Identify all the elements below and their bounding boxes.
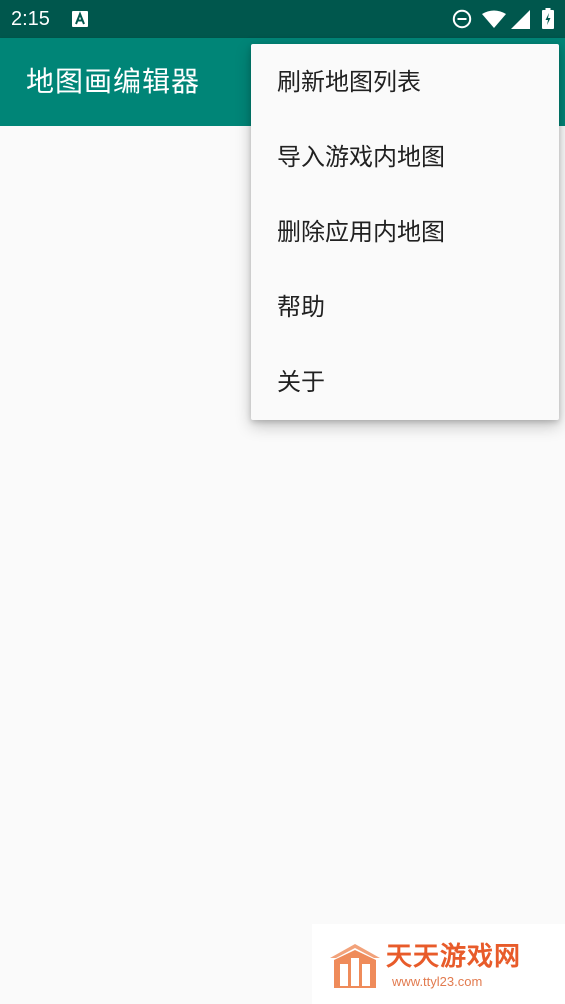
menu-item-help[interactable]: 帮助 xyxy=(251,269,559,344)
menu-item-delete-app-map[interactable]: 删除应用内地图 xyxy=(251,194,559,269)
menu-item-label: 删除应用内地图 xyxy=(277,218,445,246)
watermark-name: 天天游戏网 xyxy=(386,942,522,972)
watermark-logo-icon xyxy=(328,942,382,990)
watermark: 天天游戏网 www.ttyl23.com xyxy=(312,924,565,1004)
menu-item-label: 帮助 xyxy=(277,293,325,321)
wifi-icon xyxy=(482,10,506,33)
app-title: 地图画编辑器 xyxy=(26,65,201,98)
a-notification-icon xyxy=(72,11,88,27)
dnd-icon xyxy=(452,9,472,33)
menu-item-label: 导入游戏内地图 xyxy=(277,143,445,171)
menu-item-label: 关于 xyxy=(277,368,325,396)
menu-item-refresh-map-list[interactable]: 刷新地图列表 xyxy=(251,44,559,119)
menu-item-import-game-map[interactable]: 导入游戏内地图 xyxy=(251,119,559,194)
menu-item-label: 刷新地图列表 xyxy=(277,68,421,96)
status-time: 2:15 xyxy=(11,8,50,30)
cell-signal-icon xyxy=(511,10,530,33)
status-bar: 2:15 xyxy=(0,0,565,38)
watermark-url: www.ttyl23.com xyxy=(392,974,483,989)
overflow-menu: 刷新地图列表 导入游戏内地图 删除应用内地图 帮助 关于 xyxy=(251,44,559,420)
menu-item-about[interactable]: 关于 xyxy=(251,344,559,419)
battery-icon xyxy=(542,8,554,33)
